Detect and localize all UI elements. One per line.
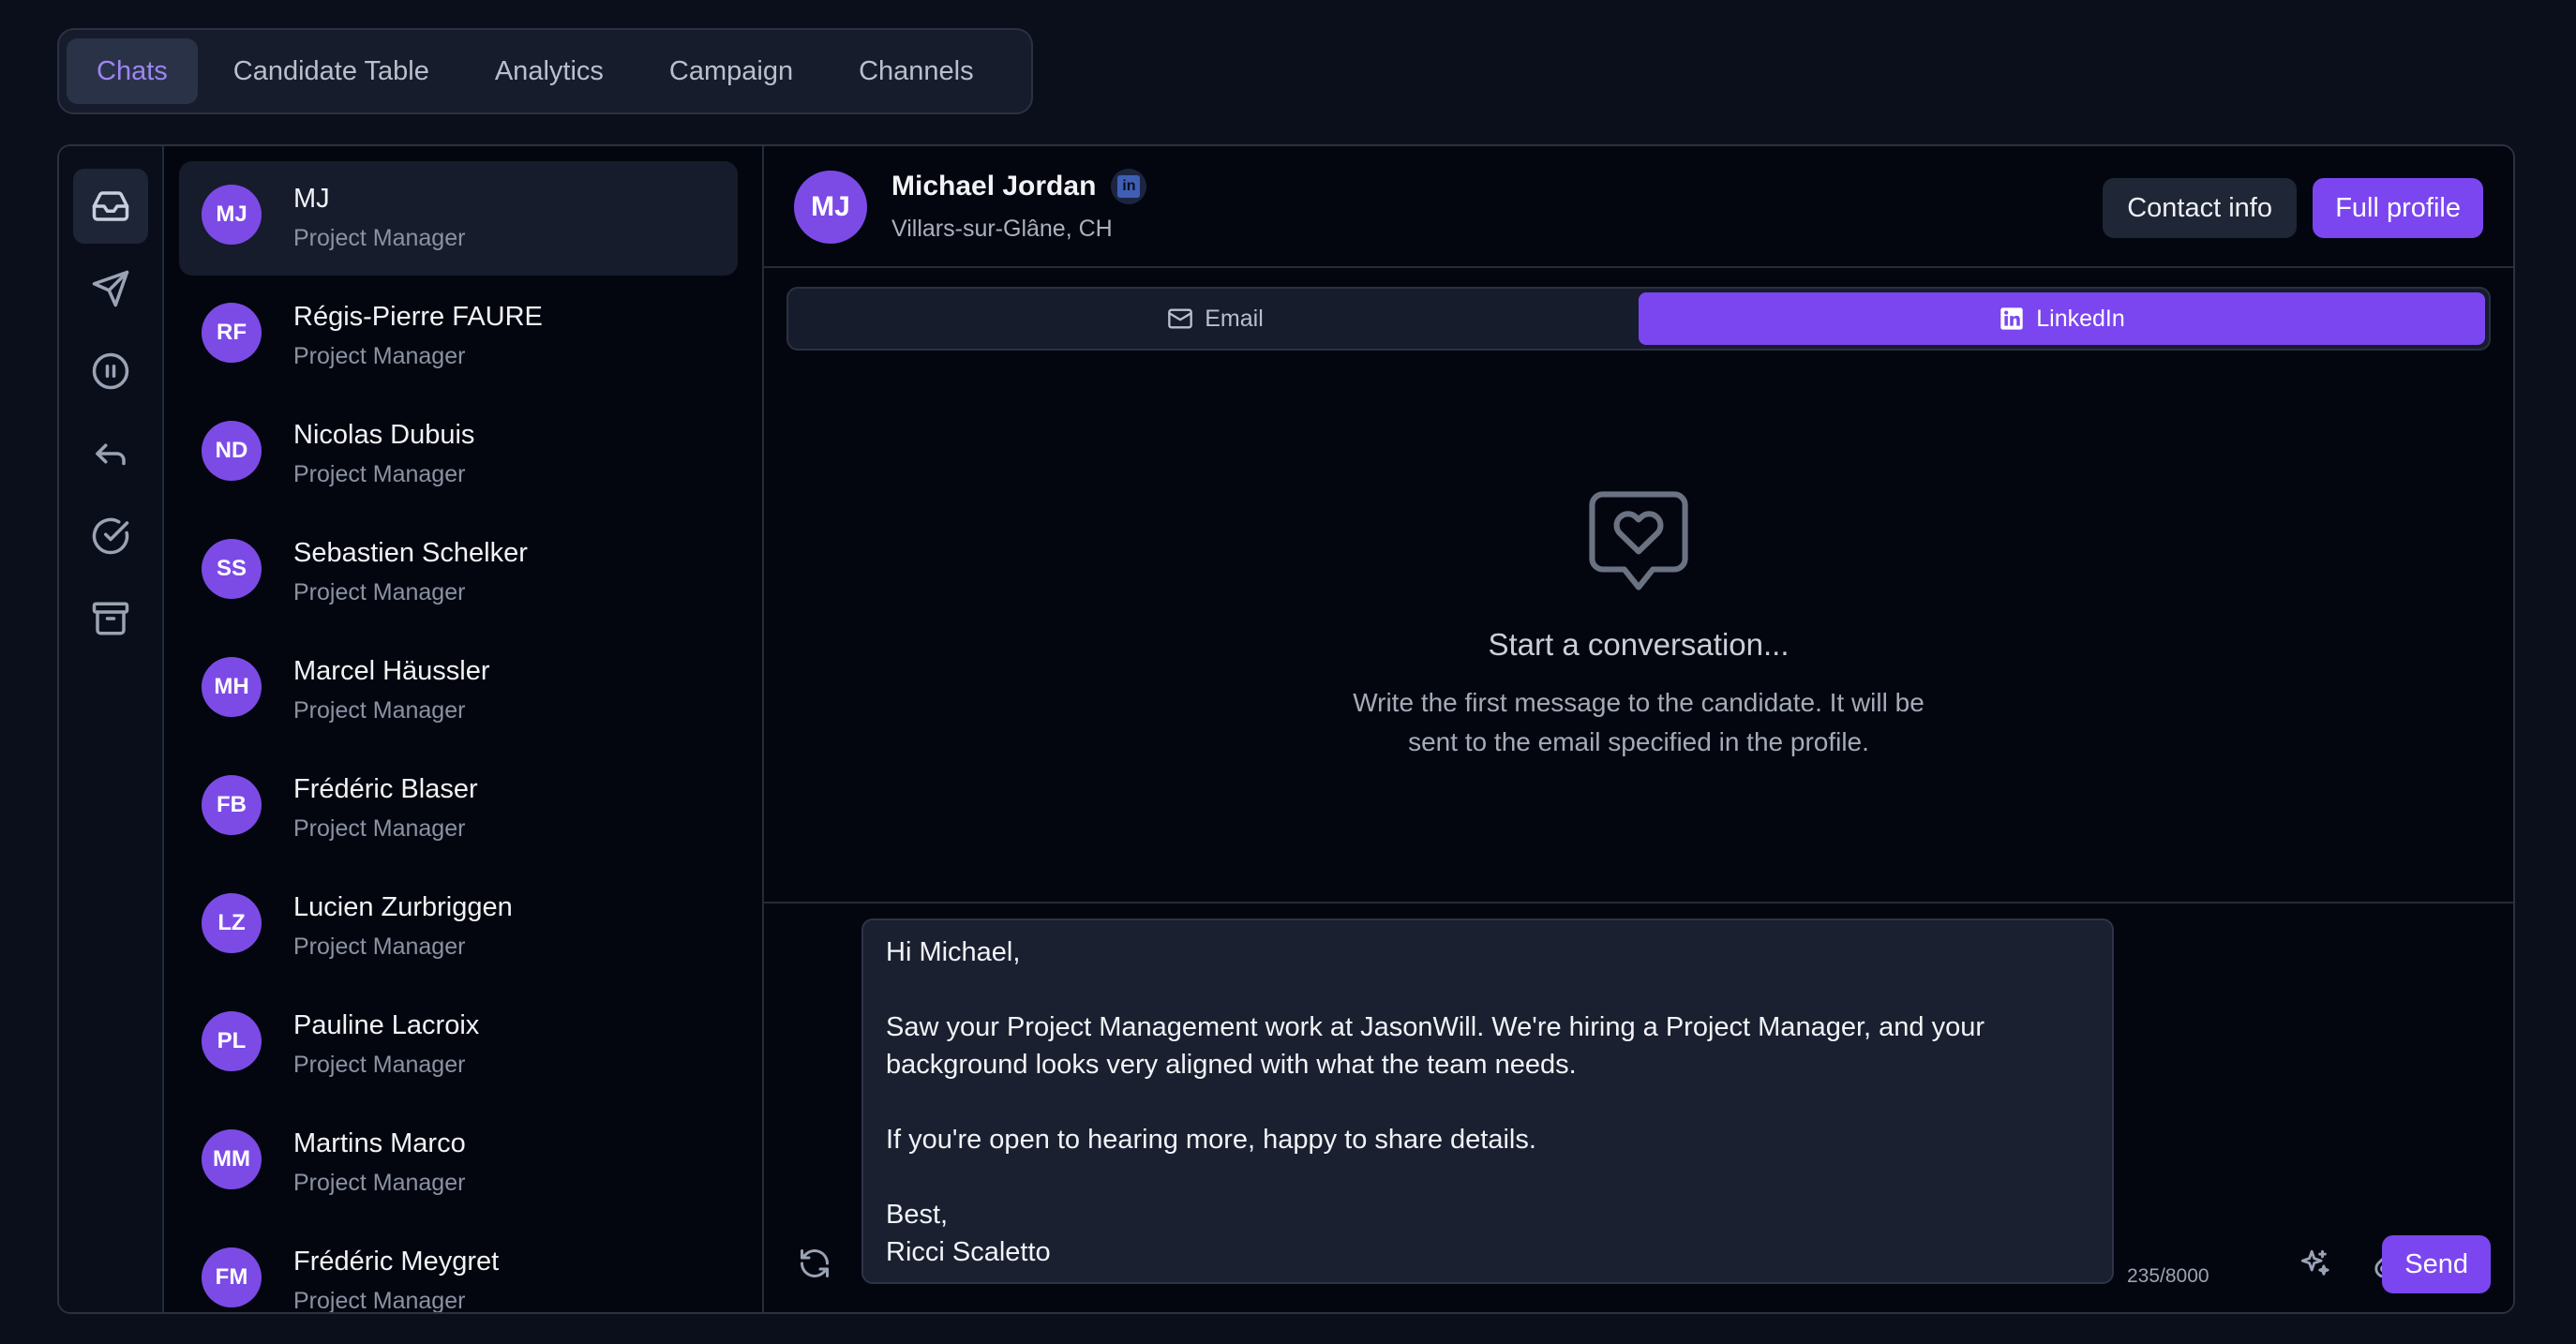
contact-name: Pauline Lacroix: [293, 1010, 480, 1040]
contact-name: Martins Marco: [293, 1128, 466, 1158]
rail-sent-button[interactable]: [73, 251, 148, 326]
avatar: SS: [202, 539, 262, 599]
contact-name: Nicolas Dubuis: [293, 420, 475, 450]
reply-icon: [96, 443, 126, 466]
archive-icon: [92, 602, 129, 635]
tab-email-label: Email: [1205, 305, 1264, 332]
avatar: MJ: [202, 185, 262, 245]
list-item[interactable]: ND Nicolas Dubuis Project Manager: [179, 397, 738, 512]
linkedin-icon: [2000, 307, 2023, 330]
tab-campaign[interactable]: Campaign: [639, 38, 823, 104]
channel-switch: Email LinkedIn: [786, 287, 2491, 351]
contact-name: Marcel Häussler: [293, 656, 490, 686]
contact-list: MJ MJ Project Manager RF Régis-Pierre FA…: [166, 146, 764, 1312]
tab-linkedin-label: LinkedIn: [2036, 305, 2125, 332]
avatar: PL: [202, 1011, 262, 1071]
avatar: RF: [202, 303, 262, 363]
mail-icon: [1168, 308, 1193, 329]
contact-role: Project Manager: [293, 1170, 466, 1196]
contact-role: Project Manager: [293, 697, 466, 724]
send-button[interactable]: Send: [2382, 1235, 2491, 1293]
avatar: MJ: [794, 171, 867, 244]
list-item[interactable]: PL Pauline Lacroix Project Manager: [179, 988, 738, 1102]
list-item[interactable]: FM Frédéric Meygret Project Manager: [179, 1224, 738, 1312]
contact-name: Frédéric Meygret: [293, 1247, 500, 1277]
ai-sparkle-button[interactable]: [2294, 1243, 2335, 1284]
tab-channels[interactable]: Channels: [829, 38, 1004, 104]
empty-state-title: Start a conversation...: [1488, 627, 1790, 662]
list-item[interactable]: MM Martins Marco Project Manager: [179, 1106, 738, 1220]
empty-state-description: Write the first message to the candidate…: [1353, 688, 1925, 756]
rail-done-button[interactable]: [73, 499, 148, 574]
candidate-name-row: Michael Jordan in: [891, 169, 1147, 204]
contact-role: Project Manager: [293, 815, 466, 842]
avatar: ND: [202, 421, 262, 481]
message-input[interactable]: Hi Michael, Saw your Project Management …: [861, 918, 2114, 1284]
rail-paused-button[interactable]: [73, 334, 148, 409]
contact-name: Lucien Zurbriggen: [293, 892, 513, 922]
inbox-icon: [92, 191, 129, 221]
message-composer: Hi Michael, Saw your Project Management …: [764, 902, 2513, 1312]
contact-name: Frédéric Blaser: [293, 774, 478, 804]
tab-linkedin[interactable]: LinkedIn: [1639, 292, 2485, 345]
avatar: LZ: [202, 893, 262, 953]
avatar: MM: [202, 1129, 262, 1189]
contact-info-button[interactable]: Contact info: [2103, 178, 2297, 238]
contact-role: Project Manager: [293, 343, 466, 369]
chat-header: MJ Michael Jordan in Villars-sur-Glâne, …: [764, 146, 2513, 268]
contact-role: Project Manager: [293, 461, 466, 487]
top-tab-bar: Chats Candidate Table Analytics Campaign…: [57, 28, 1033, 114]
sparkles-icon: [2300, 1249, 2329, 1276]
tab-email[interactable]: Email: [792, 292, 1639, 345]
avatar: FB: [202, 775, 262, 835]
contact-name: Régis-Pierre FAURE: [293, 302, 543, 332]
contact-role: Project Manager: [293, 1288, 466, 1312]
candidate-name: Michael Jordan: [891, 171, 1097, 202]
rail-inbox-button[interactable]: [73, 169, 148, 244]
contact-role: Project Manager: [293, 579, 466, 605]
pause-icon: [92, 352, 129, 390]
full-profile-button[interactable]: Full profile: [2313, 178, 2483, 238]
contact-name: MJ: [293, 184, 330, 214]
rail-replied-button[interactable]: [73, 416, 148, 491]
contact-role: Project Manager: [293, 225, 466, 251]
avatar: MH: [202, 657, 262, 717]
empty-state: Start a conversation... Write the first …: [764, 484, 2513, 762]
message-heart-icon: [1589, 491, 1688, 590]
tab-analytics[interactable]: Analytics: [465, 38, 634, 104]
refresh-icon[interactable]: [798, 1247, 831, 1280]
icon-rail: [59, 146, 164, 1312]
avatar: FM: [202, 1247, 262, 1307]
chat-pane: MJ Michael Jordan in Villars-sur-Glâne, …: [764, 146, 2513, 1312]
linkedin-icon[interactable]: in: [1111, 169, 1147, 204]
list-item[interactable]: SS Sebastien Schelker Project Manager: [179, 515, 738, 630]
contact-role: Project Manager: [293, 1052, 466, 1078]
tab-chats[interactable]: Chats: [67, 38, 198, 104]
list-item[interactable]: MJ MJ Project Manager: [179, 161, 738, 276]
candidate-location: Villars-sur-Glâne, CH: [891, 216, 1113, 242]
list-item[interactable]: MH Marcel Häussler Project Manager: [179, 634, 738, 748]
character-counter: 235/8000: [2127, 1265, 2209, 1287]
send-icon: [92, 270, 129, 307]
list-item[interactable]: FB Frédéric Blaser Project Manager: [179, 752, 738, 866]
contact-name: Sebastien Schelker: [293, 538, 528, 568]
tab-candidate-table[interactable]: Candidate Table: [203, 38, 459, 104]
main-frame: MJ MJ Project Manager RF Régis-Pierre FA…: [57, 144, 2515, 1314]
rail-archive-button[interactable]: [73, 581, 148, 656]
check-circle-icon: [92, 517, 129, 555]
contact-role: Project Manager: [293, 933, 466, 960]
list-item[interactable]: RF Régis-Pierre FAURE Project Manager: [179, 279, 738, 394]
list-item[interactable]: LZ Lucien Zurbriggen Project Manager: [179, 870, 738, 984]
